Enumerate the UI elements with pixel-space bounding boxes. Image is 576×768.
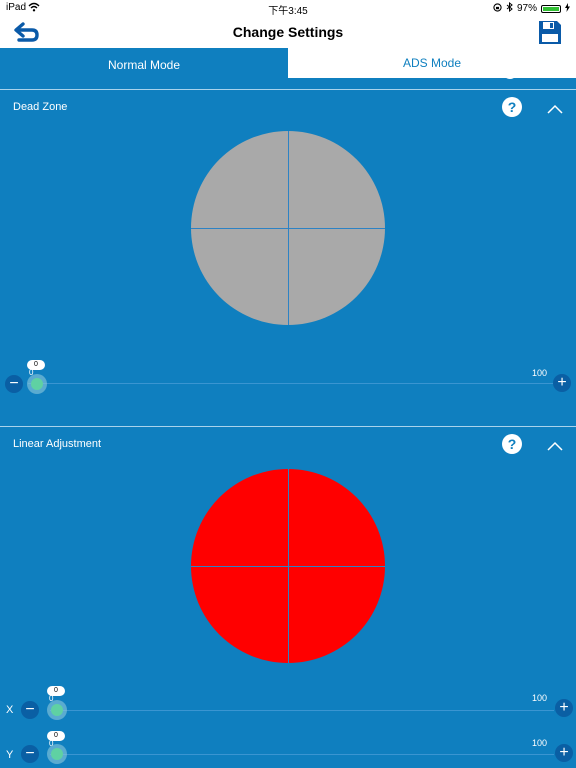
y-increase-button[interactable]: + — [555, 744, 573, 762]
dead-zone-collapse-chevron-icon[interactable] — [547, 101, 563, 114]
linear-adjustment-title: Linear Adjustment — [13, 438, 102, 450]
y-slider-knob[interactable] — [47, 744, 67, 764]
battery-percent: 97% — [516, 3, 537, 14]
dead-zone-help-icon[interactable]: ? — [502, 97, 522, 117]
battery-level — [543, 6, 559, 11]
battery-icon — [541, 4, 561, 13]
linear-adjustment-horizontal-axis — [191, 566, 385, 567]
floppy-disk-icon[interactable] — [538, 19, 562, 45]
status-right: 97% — [493, 1, 570, 15]
dead-zone-horizontal-axis — [191, 228, 385, 229]
y-decrease-button[interactable]: − — [21, 745, 39, 763]
dead-zone-max-label: 100 — [532, 368, 548, 378]
section-divider — [0, 89, 576, 90]
nav-bar: Change Settings — [0, 16, 576, 48]
bluetooth-icon — [506, 1, 513, 15]
linear-adjustment-collapse-chevron-icon[interactable] — [547, 438, 563, 451]
mode-tabs: Normal Mode ADS Mode — [0, 48, 576, 78]
y-axis-label: Y — [6, 749, 14, 761]
x-axis-label: X — [6, 704, 14, 716]
charging-icon — [565, 2, 570, 15]
orientation-lock-icon — [493, 2, 502, 15]
linear-adjustment-help-icon[interactable]: ? — [502, 434, 522, 454]
page-title: Change Settings — [232, 24, 344, 40]
y-max-label: 100 — [532, 738, 548, 748]
dead-zone-title: Dead Zone — [13, 101, 68, 113]
y-slider-track[interactable] — [50, 754, 554, 755]
tab-normal-mode[interactable]: Normal Mode — [0, 48, 288, 78]
help-icon-partial — [502, 71, 520, 81]
x-max-label: 100 — [532, 693, 548, 703]
status-time: 下午3:45 — [268, 6, 308, 17]
dead-zone-slider-track[interactable] — [28, 383, 554, 384]
x-decrease-button[interactable]: − — [21, 701, 39, 719]
status-bar: iPad 下午3:45 97% — [0, 0, 576, 17]
section-divider — [0, 426, 576, 427]
dead-zone-decrease-button[interactable]: − — [5, 375, 23, 393]
x-slider-track[interactable] — [50, 710, 554, 711]
dead-zone-slider-knob[interactable] — [27, 374, 47, 394]
x-slider-knob[interactable] — [47, 700, 67, 720]
tab-ads-mode[interactable]: ADS Mode — [288, 48, 576, 78]
x-increase-button[interactable]: + — [555, 699, 573, 717]
dead-zone-increase-button[interactable]: + — [553, 374, 571, 392]
